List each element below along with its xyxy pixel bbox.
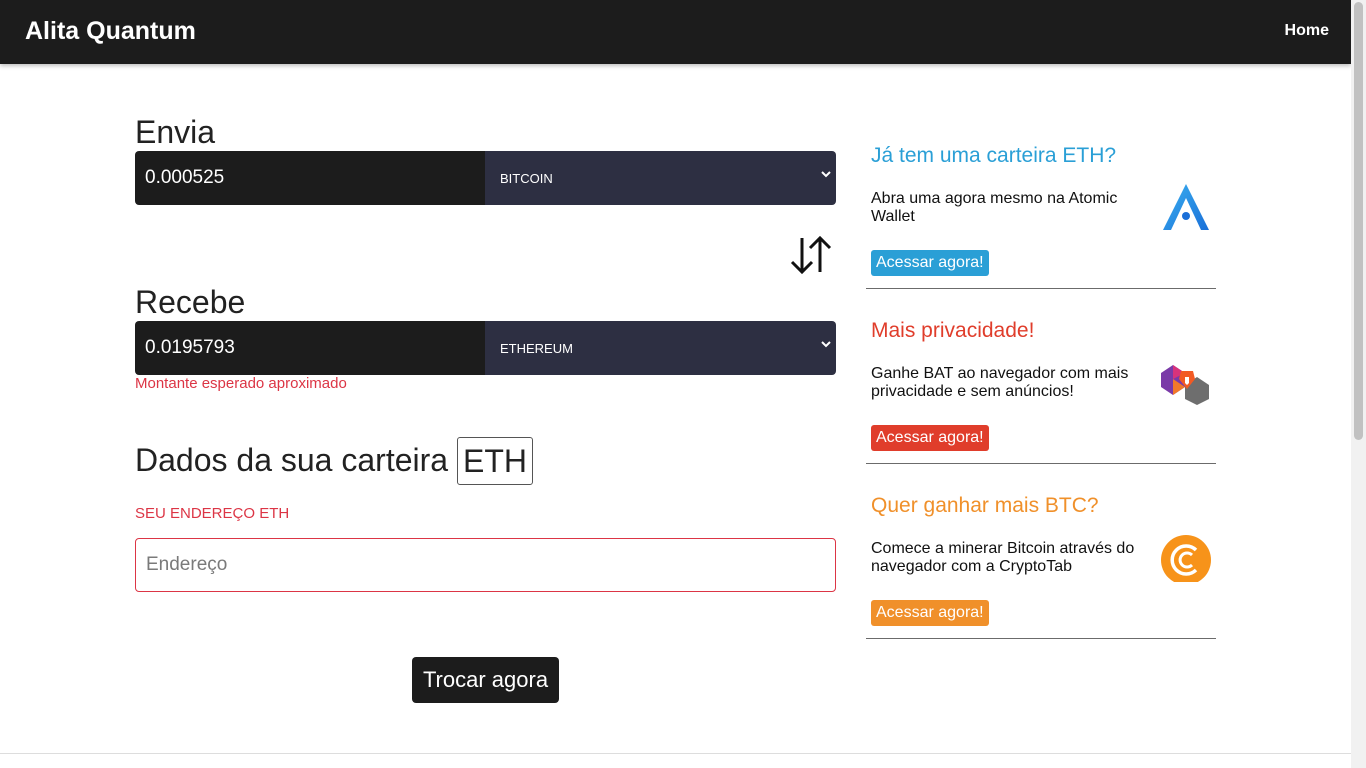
card-title: Quer ganhar mais BTC? [871, 494, 1099, 517]
send-row: BITCOIN [135, 151, 836, 205]
receive-amount-input[interactable] [135, 321, 485, 375]
card-atomic-wallet: Já tem uma carteira ETH? Abra uma agora … [866, 114, 1216, 289]
card-brave: Mais privacidade! Ganhe BAT ao navegador… [866, 289, 1216, 464]
send-amount-input[interactable] [135, 151, 485, 205]
receive-coin-select[interactable]: ETHEREUM [485, 321, 836, 375]
exchange-now-button[interactable]: Trocar agora [412, 657, 559, 703]
card-text: Comece a minerar Bitcoin através do nave… [871, 540, 1135, 575]
navbar: Alita Quantum Home [0, 0, 1351, 64]
brand-title[interactable]: Alita Quantum [25, 17, 196, 46]
card-title: Já tem uma carteira ETH? [871, 144, 1117, 167]
receive-coin-label: ETHEREUM [500, 341, 573, 356]
wallet-coin-badge: ETH [457, 437, 533, 485]
send-coin-select[interactable]: BITCOIN [485, 151, 836, 205]
card-title: Mais privacidade! [871, 319, 1035, 342]
receive-hint: Montante esperado aproximado [135, 375, 347, 392]
scrollbar-thumb[interactable] [1354, 2, 1363, 440]
brave-bat-icon[interactable] [1159, 355, 1213, 407]
card-cryptotab: Quer ganhar mais BTC? Comece a minerar B… [866, 464, 1216, 639]
swap-arrows-icon[interactable] [788, 234, 834, 276]
card-access-button[interactable]: Acessar agora! [871, 425, 989, 451]
atomic-wallet-icon[interactable] [1159, 180, 1213, 232]
send-coin-label: BITCOIN [500, 171, 553, 186]
chevron-down-icon [821, 171, 831, 178]
receive-title: Recebe [135, 284, 246, 320]
chevron-down-icon [821, 341, 831, 348]
footer-divider [0, 753, 1351, 754]
card-text: Abra uma agora mesmo na Atomic Wallet [871, 190, 1118, 225]
send-title: Envia [135, 114, 216, 150]
card-access-button[interactable]: Acessar agora! [871, 600, 989, 626]
nav-home-link[interactable]: Home [1285, 22, 1329, 40]
card-text: Ganhe BAT ao navegador com mais privacid… [871, 365, 1129, 400]
address-input[interactable] [135, 538, 836, 592]
page-scrollbar[interactable] [1351, 0, 1366, 768]
address-label: SEU ENDEREÇO ETH [135, 505, 290, 522]
card-access-button[interactable]: Acessar agora! [871, 250, 989, 276]
receive-row: ETHEREUM [135, 321, 836, 375]
cryptotab-icon[interactable] [1159, 530, 1213, 582]
wallet-title: Dados da sua carteira [135, 442, 449, 478]
